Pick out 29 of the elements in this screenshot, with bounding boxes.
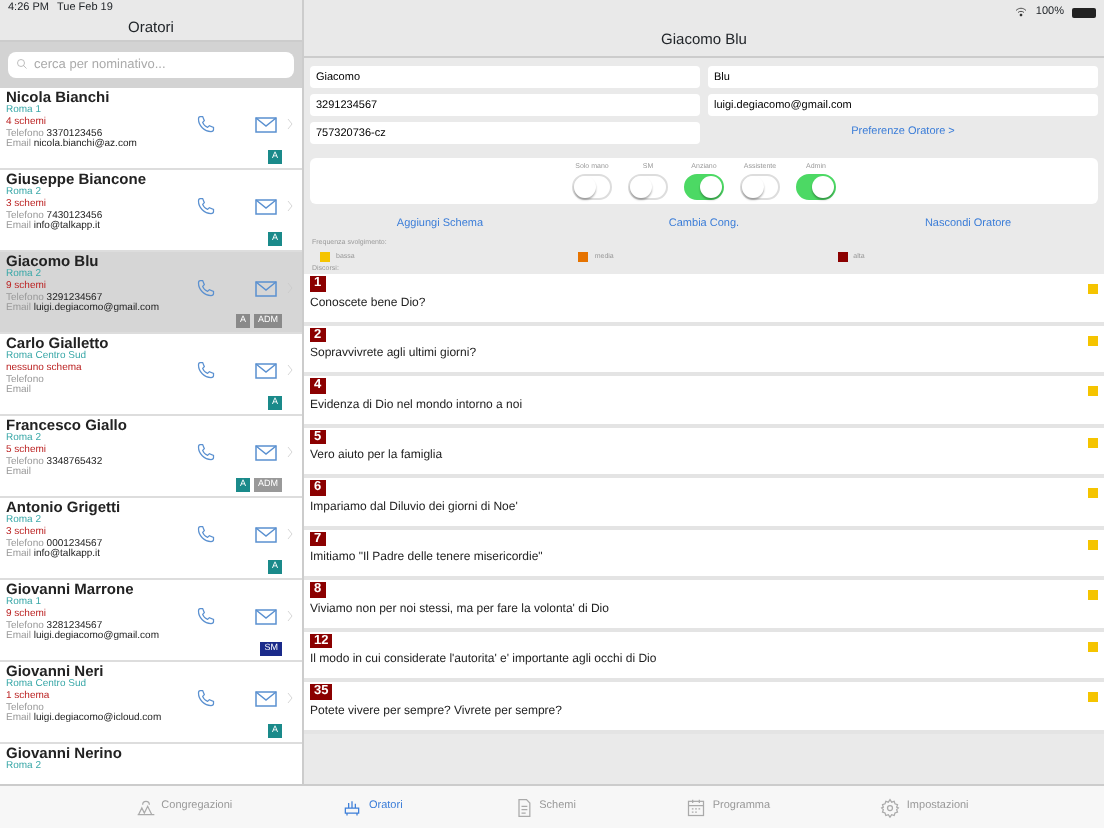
phone-icon[interactable] (196, 359, 216, 379)
podium-icon (342, 797, 363, 817)
toggle-switch[interactable] (740, 174, 780, 201)
settings-icon (880, 797, 901, 817)
mail-icon[interactable] (254, 443, 278, 461)
toggle-switch[interactable] (684, 174, 724, 201)
mail-icon[interactable] (254, 607, 278, 625)
phone-icon[interactable] (196, 441, 216, 461)
phone-icon[interactable] (196, 523, 216, 543)
mail-icon[interactable] (254, 279, 278, 297)
toggle-switch[interactable] (572, 174, 612, 201)
battery-icon (1072, 7, 1096, 17)
calendar-icon (686, 797, 707, 817)
phone-icon[interactable] (196, 605, 216, 625)
mail-icon[interactable] (254, 361, 278, 379)
mail-icon[interactable] (254, 115, 278, 133)
wifi-icon (1013, 6, 1028, 18)
mail-icon[interactable] (254, 525, 278, 543)
search-icon (16, 58, 28, 70)
buildings-icon (135, 797, 156, 817)
phone-icon[interactable] (196, 687, 216, 707)
phone-icon[interactable] (196, 277, 216, 297)
phone-icon[interactable] (196, 113, 216, 133)
document-icon (513, 797, 534, 817)
toggle-switch[interactable] (796, 174, 836, 201)
toggle-switch[interactable] (628, 174, 668, 201)
mail-icon[interactable] (254, 197, 278, 215)
phone-icon[interactable] (196, 195, 216, 215)
mail-icon[interactable] (254, 689, 278, 707)
